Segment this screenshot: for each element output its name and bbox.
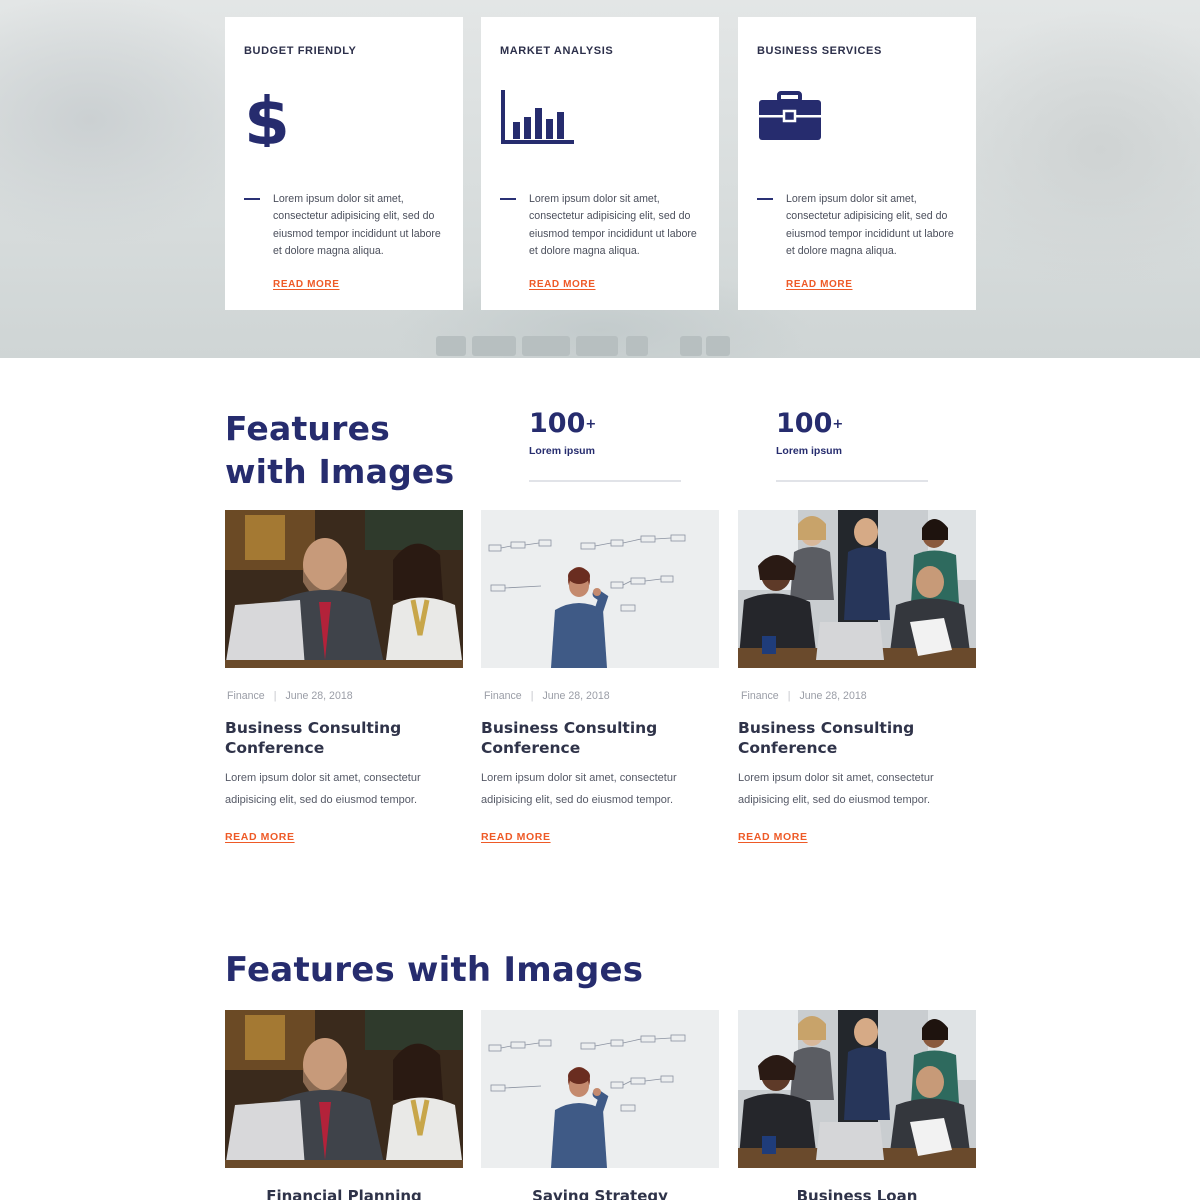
read-more-link[interactable]: READ MORE [481, 831, 551, 843]
meta-separator: | [787, 690, 791, 702]
features-title-2: Features with Images [225, 950, 644, 990]
feature-image-team[interactable] [738, 1010, 976, 1168]
dash-divider [244, 198, 260, 200]
stat-block: 100+ Lorem ipsum [529, 404, 681, 482]
service-card-business: BUSINESS SERVICES Lorem ipsum dolor sit … [738, 17, 976, 310]
read-more-link[interactable]: READ MORE [786, 279, 853, 290]
stat-value: 100 [529, 408, 586, 439]
stat-number: 100+ [529, 404, 681, 444]
service-card-title: BUDGET FRIENDLY [244, 45, 357, 57]
features-title: Features with Images [225, 407, 454, 493]
stat-number: 100+ [776, 404, 928, 444]
post-category[interactable]: Finance [741, 690, 779, 702]
read-more-link[interactable]: READ MORE [529, 279, 596, 290]
stat-block: 100+ Lorem ipsum [776, 404, 928, 482]
post-image-meeting[interactable] [225, 510, 463, 668]
dollar-icon: $ [244, 87, 290, 147]
service-card-market: MARKET ANALYSIS Lorem ipsum dolor sit am… [481, 17, 719, 310]
post-excerpt: Lorem ipsum dolor sit amet, consectetur … [481, 772, 677, 806]
post-title[interactable]: Business Consulting Conference [481, 718, 681, 758]
svg-text:$: $ [244, 87, 290, 147]
post-category[interactable]: Finance [484, 690, 522, 702]
post-meta: Finance | June 28, 2018 [227, 690, 353, 702]
stat-value: 100 [776, 408, 833, 439]
feature-image-meeting[interactable] [225, 1010, 463, 1168]
feature-image-whiteboard[interactable] [481, 1010, 719, 1168]
stat-suffix: + [832, 417, 844, 432]
stat-suffix: + [585, 417, 597, 432]
feature-item-title[interactable]: Business Loan [738, 1186, 976, 1200]
post-category[interactable]: Finance [227, 690, 265, 702]
keyboard-key [706, 336, 730, 356]
service-card-description: Lorem ipsum dolor sit amet, consectetur … [529, 193, 697, 258]
stat-divider [776, 480, 928, 482]
service-card-title: MARKET ANALYSIS [500, 45, 614, 57]
meta-separator: | [530, 690, 534, 702]
service-card-budget: BUDGET FRIENDLY $ Lorem ipsum dolor sit … [225, 17, 463, 310]
keyboard-key [436, 336, 466, 356]
post-meta: Finance | June 28, 2018 [741, 690, 867, 702]
features-title-line1: Features [225, 409, 391, 448]
post-date: June 28, 2018 [285, 690, 353, 702]
stat-label: Lorem ipsum [776, 445, 842, 457]
post-date: June 28, 2018 [799, 690, 867, 702]
post-image-whiteboard[interactable] [481, 510, 719, 668]
keyboard-key [576, 336, 618, 356]
features-title-line2: with Images [225, 452, 455, 491]
keyboard-key [472, 336, 516, 356]
post-title[interactable]: Business Consulting Conference [738, 718, 938, 758]
stat-label: Lorem ipsum [529, 445, 595, 457]
feature-item-title[interactable]: Financial Planning [225, 1186, 463, 1200]
read-more-link[interactable]: READ MORE [273, 279, 340, 290]
keyboard-key [680, 336, 702, 356]
stat-divider [529, 480, 681, 482]
keyboard-key [626, 336, 648, 356]
meta-separator: | [273, 690, 277, 702]
post-meta: Finance | June 28, 2018 [484, 690, 610, 702]
read-more-link[interactable]: READ MORE [225, 831, 295, 843]
post-title[interactable]: Business Consulting Conference [225, 718, 425, 758]
feature-item-title[interactable]: Saving Strategy [481, 1186, 719, 1200]
dash-divider [757, 198, 773, 200]
service-card-description: Lorem ipsum dolor sit amet, consectetur … [273, 193, 441, 258]
keyboard-key [522, 336, 570, 356]
service-card-title: BUSINESS SERVICES [757, 45, 882, 57]
briefcase-icon [759, 91, 821, 140]
post-date: June 28, 2018 [542, 690, 610, 702]
dash-divider [500, 198, 516, 200]
bar-chart-icon [501, 90, 574, 144]
read-more-link[interactable]: READ MORE [738, 831, 808, 843]
hero-section: BUDGET FRIENDLY $ Lorem ipsum dolor sit … [0, 0, 1200, 358]
post-excerpt: Lorem ipsum dolor sit amet, consectetur … [738, 772, 934, 806]
post-image-team[interactable] [738, 510, 976, 668]
service-card-description: Lorem ipsum dolor sit amet, consectetur … [786, 193, 954, 258]
post-excerpt: Lorem ipsum dolor sit amet, consectetur … [225, 772, 421, 806]
